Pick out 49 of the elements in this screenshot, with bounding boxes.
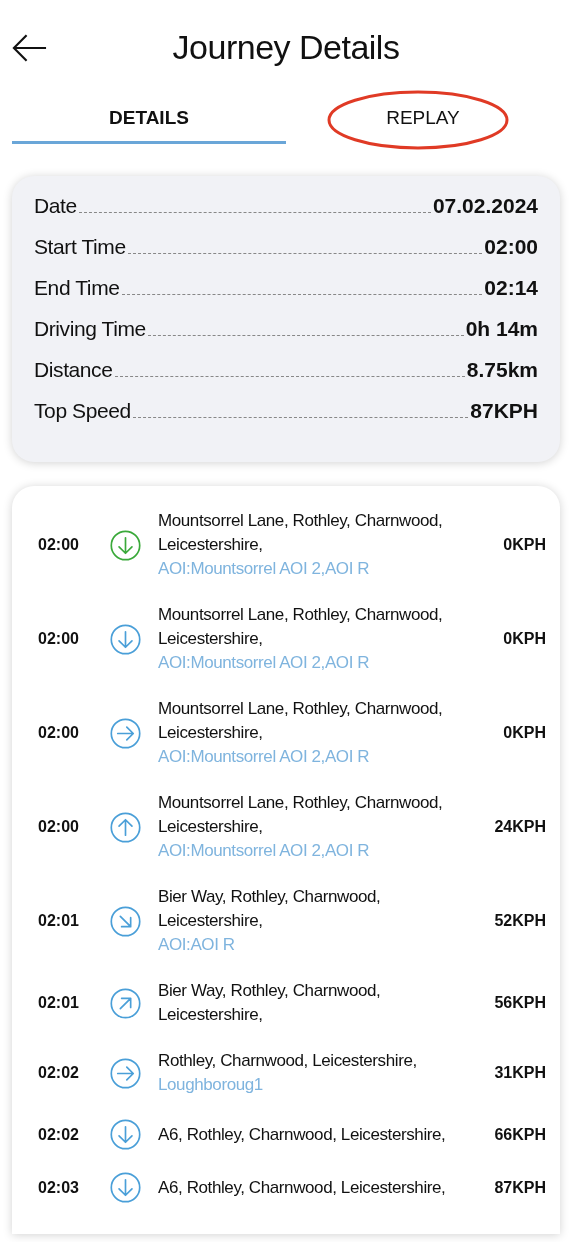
event-address: Bier Way, Rothley, Charnwood, Leicestershire,: [158, 886, 382, 932]
event-speed: 0KPH: [502, 630, 546, 648]
event-speed: 31KPH: [493, 1064, 546, 1082]
field-value: 0h 14m: [465, 317, 538, 341]
event-time: 02:00: [38, 818, 80, 836]
back-arrow-icon[interactable]: [11, 33, 48, 63]
field-value: 02:14: [484, 276, 538, 300]
field-value: 8.75km: [466, 358, 538, 382]
event-speed: 0KPH: [502, 724, 546, 742]
event-address: Mountsorrel Lane, Rothley, Charnwood, Leicestershire,: [158, 510, 444, 556]
event-speed: 24KPH: [493, 818, 546, 836]
field-value: 87KPH: [470, 399, 538, 423]
page-title: Journey Details: [172, 27, 400, 67]
event-address: Mountsorrel Lane, Rothley, Charnwood, Leicestershire,: [158, 792, 444, 838]
field-label: Date: [34, 194, 77, 218]
event-speed: 87KPH: [493, 1178, 546, 1197]
event-speed: 66KPH: [493, 1125, 546, 1144]
event-address: Mountsorrel Lane, Rothley, Charnwood, Leicestershire,: [158, 698, 444, 744]
event-speed: 56KPH: [493, 994, 546, 1012]
event-area: AOI:Mountsorrel AOI 2,AOI R: [158, 651, 476, 675]
field-label: Distance: [34, 358, 113, 382]
event-area: AOI:Mountsorrel AOI 2,AOI R: [158, 557, 476, 581]
event-address: Rothley, Charnwood, Leicestershire,: [158, 1050, 418, 1072]
event-speed: 52KPH: [493, 912, 546, 930]
event-area: AOI:Mountsorrel AOI 2,AOI R: [158, 839, 476, 863]
event-time: 02:00: [38, 630, 80, 648]
tab[interactable]: REPLAY: [286, 99, 560, 144]
event-time: 02:01: [38, 994, 80, 1012]
field-label: Start Time: [34, 235, 126, 259]
event-time: 02:01: [38, 912, 80, 930]
event-address: A6, Rothley, Charnwood, Leicestershire,: [158, 1176, 447, 1199]
event-address: Mountsorrel Lane, Rothley, Charnwood, Leicestershire,: [158, 604, 444, 650]
event-area: AOI:Mountsorrel AOI 2,AOI R: [158, 745, 476, 769]
event-time: 02:00: [38, 536, 80, 554]
event-address: A6, Rothley, Charnwood, Leicestershire,: [158, 1123, 447, 1146]
event-time: 02:00: [38, 724, 80, 742]
field-label: Driving Time: [34, 317, 146, 341]
event-area: Loughboroug1: [158, 1073, 476, 1097]
field-label: Top Speed: [34, 399, 131, 423]
field-value: 02:00: [484, 235, 538, 259]
tab[interactable]: DETAILS: [12, 99, 286, 144]
event-speed: 0KPH: [502, 536, 546, 554]
event-time: 02:03: [38, 1178, 80, 1197]
field-value: 07.02.2024: [432, 194, 538, 218]
event-time: 02:02: [38, 1125, 80, 1144]
event-time: 02:02: [38, 1064, 80, 1082]
field-label: End Time: [34, 276, 120, 300]
event-area: AOI:AOI R: [158, 933, 476, 957]
event-address: Bier Way, Rothley, Charnwood, Leicestershire,: [158, 980, 382, 1026]
